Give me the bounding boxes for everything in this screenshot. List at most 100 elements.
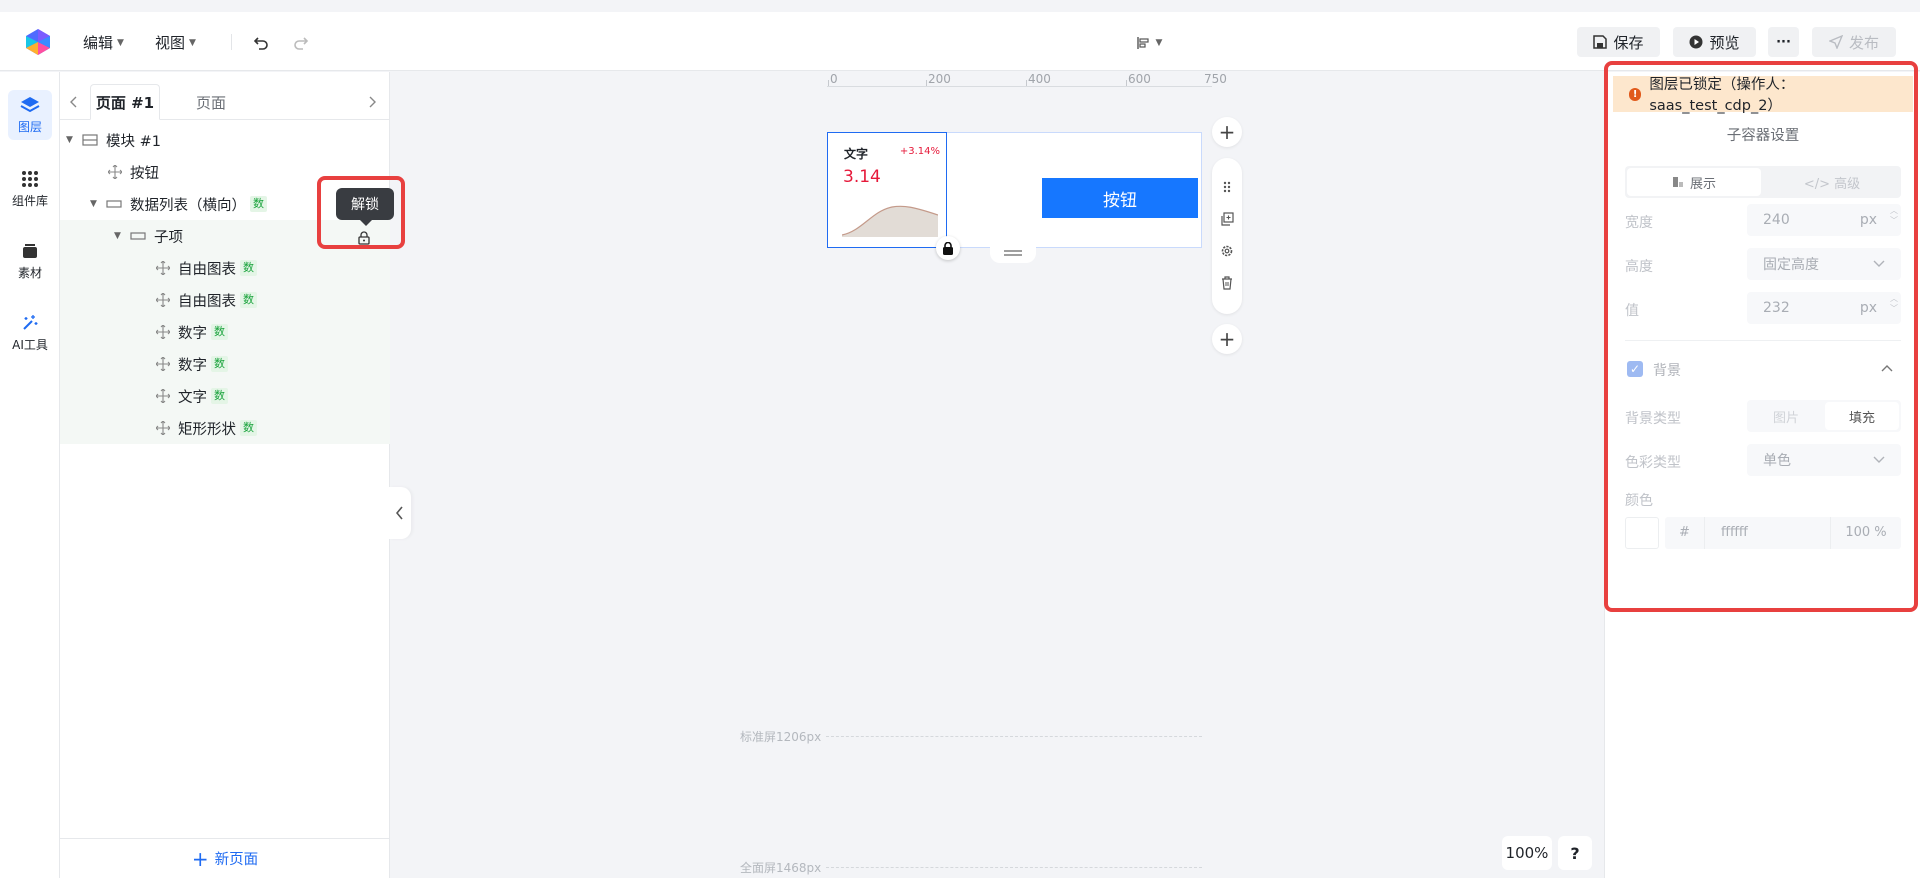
data-badge: 数 bbox=[240, 420, 257, 436]
lock-icon bbox=[943, 241, 953, 255]
redo-icon[interactable] bbox=[290, 32, 312, 54]
save-button[interactable]: 保存 bbox=[1577, 27, 1660, 57]
caret-down-icon: ▼ bbox=[1155, 38, 1163, 48]
plus-icon: + bbox=[191, 846, 209, 871]
child-item-card[interactable]: 文字 +3.14% 3.14 bbox=[827, 132, 947, 248]
layers-icon bbox=[20, 96, 40, 112]
caret-down-icon[interactable]: ▼ bbox=[114, 231, 126, 241]
tree-row-rectangle[interactable]: 矩形形状 数 bbox=[60, 412, 390, 444]
move-handle-icon[interactable] bbox=[156, 261, 170, 275]
preview-button-label: 预览 bbox=[1709, 33, 1740, 52]
move-handle-icon[interactable] bbox=[156, 293, 170, 307]
canvas-button-label: 按钮 bbox=[1103, 190, 1137, 211]
ruler-tick bbox=[1126, 80, 1127, 86]
sidebar-item-assets[interactable]: 素材 bbox=[0, 230, 60, 292]
component-toolbar bbox=[1212, 158, 1242, 314]
move-handle-icon[interactable] bbox=[156, 389, 170, 403]
tree-row-label: 矩形形状 bbox=[178, 421, 236, 438]
assets-icon bbox=[23, 243, 37, 258]
left-sidebar: 图层 组件库 素材 AI工具 bbox=[0, 72, 60, 878]
help-button[interactable]: ? bbox=[1558, 836, 1592, 870]
align-dropdown[interactable]: ▼ bbox=[1133, 32, 1165, 54]
tree-row-number[interactable]: 数字 数 bbox=[60, 316, 390, 348]
plus-icon: + bbox=[1218, 327, 1236, 351]
guide-full-label: 全面屏1468px bbox=[740, 861, 822, 875]
guide-standard-label: 标准屏1206px bbox=[740, 730, 822, 744]
add-above-button[interactable]: + bbox=[1212, 117, 1242, 147]
publish-button[interactable]: 发布 bbox=[1812, 27, 1896, 57]
caret-down-icon[interactable]: ▼ bbox=[90, 199, 102, 209]
ruler-label: 600 bbox=[1128, 72, 1151, 86]
caret-down-icon[interactable]: ▼ bbox=[66, 135, 78, 145]
data-badge: 数 bbox=[211, 324, 228, 340]
tree-row-free-chart[interactable]: 自由图表 数 bbox=[60, 252, 390, 284]
duplicate-icon[interactable] bbox=[1212, 204, 1242, 234]
save-button-label: 保存 bbox=[1613, 33, 1644, 52]
data-badge: 数 bbox=[240, 292, 257, 308]
tree-row-label: 子项 bbox=[154, 229, 183, 246]
tree-row-label: 模块 #1 bbox=[106, 133, 161, 150]
lock-indicator[interactable] bbox=[936, 236, 960, 260]
sidebar-item-layers[interactable]: 图层 bbox=[0, 84, 60, 146]
magic-wand-icon bbox=[23, 314, 38, 330]
move-handle-icon[interactable] bbox=[156, 325, 170, 339]
tree-row-module[interactable]: ▼ 模块 #1 bbox=[60, 124, 390, 156]
chevron-right-icon[interactable] bbox=[364, 93, 380, 111]
trash-icon[interactable] bbox=[1212, 268, 1242, 298]
guide-standard-line bbox=[826, 736, 1202, 737]
data-badge: 数 bbox=[211, 356, 228, 372]
more-icon: ··· bbox=[1776, 34, 1791, 50]
tab-label: 页面 bbox=[195, 93, 226, 112]
ruler-tick bbox=[1026, 80, 1027, 86]
card-change[interactable]: +3.14% bbox=[900, 146, 940, 157]
data-badge: 数 bbox=[250, 196, 267, 212]
ruler-label: 0 bbox=[830, 72, 838, 86]
card-value[interactable]: 3.14 bbox=[843, 167, 881, 187]
chevron-left-icon[interactable] bbox=[66, 93, 82, 111]
menu-edit[interactable]: 编辑 ▼ bbox=[83, 32, 124, 53]
menu-view[interactable]: 视图 ▼ bbox=[155, 32, 196, 53]
tree-row-text[interactable]: 文字 数 bbox=[60, 380, 390, 412]
sidebar-item-components[interactable]: 组件库 bbox=[0, 158, 60, 220]
ruler-label: 750 bbox=[1204, 72, 1227, 86]
guide-full-line bbox=[826, 867, 1202, 868]
sparkline-chart[interactable] bbox=[842, 197, 938, 237]
help-icon: ? bbox=[1570, 843, 1580, 863]
ruler-label: 400 bbox=[1028, 72, 1051, 86]
sidebar-item-ai-tools[interactable]: AI工具 bbox=[0, 302, 60, 364]
menu-view-label: 视图 bbox=[155, 34, 186, 52]
plus-icon: + bbox=[1218, 120, 1236, 144]
tree-row-free-chart[interactable]: 自由图表 数 bbox=[60, 284, 390, 316]
page-tabs: 页面 #1 页面 bbox=[60, 84, 390, 120]
tab-page[interactable]: 页面 bbox=[176, 84, 246, 120]
send-icon bbox=[1828, 35, 1843, 49]
tree-row-label: 按钮 bbox=[130, 165, 159, 182]
new-page-label: 新页面 bbox=[214, 852, 259, 868]
data-badge: 数 bbox=[211, 388, 228, 404]
gear-icon[interactable] bbox=[1212, 236, 1242, 266]
tree-row-label: 自由图表 bbox=[178, 293, 236, 310]
ruler-label: 200 bbox=[928, 72, 951, 86]
app-logo[interactable] bbox=[24, 28, 52, 56]
caret-down-icon: ▼ bbox=[117, 37, 124, 48]
canvas-button[interactable]: 按钮 bbox=[1042, 178, 1198, 218]
preview-button[interactable]: 预览 bbox=[1673, 27, 1756, 57]
zoom-level[interactable]: 100% bbox=[1502, 836, 1552, 870]
tab-page-1[interactable]: 页面 #1 bbox=[90, 84, 160, 120]
move-handle-icon[interactable] bbox=[156, 421, 170, 435]
undo-icon[interactable] bbox=[250, 32, 272, 54]
resize-handle[interactable] bbox=[990, 243, 1036, 263]
move-handle-icon[interactable] bbox=[108, 165, 122, 179]
highlight-box-unlock bbox=[317, 176, 405, 249]
tree-row-number[interactable]: 数字 数 bbox=[60, 348, 390, 380]
container-icon bbox=[106, 200, 122, 208]
add-below-button[interactable]: + bbox=[1212, 324, 1242, 354]
move-handle-icon[interactable] bbox=[156, 357, 170, 371]
card-title[interactable]: 文字 bbox=[844, 145, 868, 162]
ruler-tick bbox=[926, 80, 927, 86]
drag-handle-icon[interactable] bbox=[1212, 172, 1242, 202]
chevron-left-icon bbox=[396, 506, 403, 520]
collapse-panel-button[interactable] bbox=[389, 487, 411, 539]
more-button[interactable]: ··· bbox=[1768, 27, 1799, 57]
new-page-button[interactable]: + 新页面 bbox=[60, 838, 390, 878]
